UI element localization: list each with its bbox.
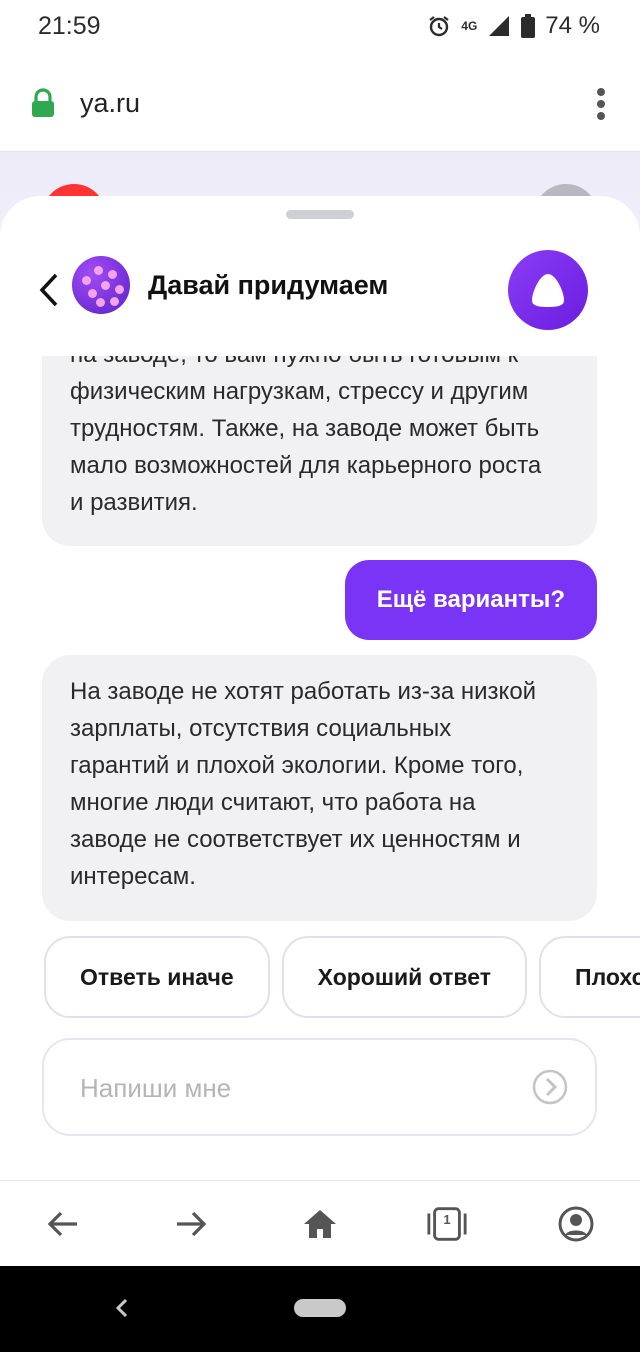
bot-message-text: на заводе, то вам нужно быть готовым к ф…	[70, 356, 542, 516]
system-nav-bar	[0, 1266, 640, 1352]
home-icon[interactable]	[299, 1203, 341, 1245]
lock-icon	[30, 88, 56, 123]
url-text[interactable]: ya.ru	[80, 88, 140, 119]
suggestion-good-answer[interactable]: Хороший ответ	[281, 936, 528, 1018]
alarm-icon	[427, 14, 451, 38]
suggestion-bad-answer[interactable]: Плохой ответ	[539, 936, 640, 1018]
status-icons: 4G 74 %	[427, 12, 600, 40]
system-back-icon[interactable]	[114, 1298, 130, 1323]
chat-header: Давай придумаем	[0, 236, 640, 356]
network-type: 4G	[461, 19, 478, 33]
chat-title: Давай придумаем	[148, 270, 389, 300]
send-icon[interactable]	[531, 1068, 569, 1111]
kebab-menu-icon[interactable]	[596, 87, 606, 126]
message-input[interactable]	[80, 1068, 500, 1108]
screen: 21:59 4G 74 % ya.ru Я	[0, 0, 640, 1352]
tabs-count: 1	[443, 1212, 451, 1227]
battery-percent: 74 %	[545, 12, 600, 39]
message-list[interactable]: на заводе, то вам нужно быть готовым к ф…	[0, 356, 640, 936]
tabs-icon[interactable]: 1	[426, 1203, 468, 1245]
battery-icon	[521, 14, 536, 38]
forward-arrow-icon[interactable]	[170, 1203, 212, 1245]
status-time: 21:59	[38, 12, 101, 40]
url-bar[interactable]: ya.ru	[0, 54, 640, 152]
back-arrow-icon[interactable]	[42, 1203, 84, 1245]
back-chevron-icon[interactable]	[38, 272, 60, 313]
message-input-box[interactable]	[42, 1038, 597, 1136]
system-home-pill[interactable]	[294, 1299, 346, 1317]
alice-icon	[532, 274, 564, 307]
signal-icon	[487, 14, 511, 38]
status-bar: 21:59 4G 74 %	[0, 0, 640, 54]
browser-nav-bar: 1	[0, 1180, 640, 1266]
bot-message-text: На заводе не хотят работать из-за низкой…	[70, 678, 537, 890]
chat-sheet: Давай придумаем на заводе, то вам нужно …	[0, 196, 640, 1180]
alice-button[interactable]	[508, 250, 588, 330]
suggestion-chips: Ответь иначе Хороший ответ Плохой ответ	[44, 936, 640, 1018]
suggestion-answer-differently[interactable]: Ответь иначе	[44, 936, 270, 1018]
bot-message: На заводе не хотят работать из-за низкой…	[42, 655, 597, 921]
user-message: Ещё варианты?	[344, 560, 597, 640]
user-message-text: Ещё варианты?	[376, 586, 565, 613]
sheet-grab-handle[interactable]	[286, 210, 354, 219]
profile-icon[interactable]	[555, 1203, 597, 1245]
bot-message: на заводе, то вам нужно быть готовым к ф…	[42, 356, 597, 546]
chat-avatar	[72, 256, 130, 314]
